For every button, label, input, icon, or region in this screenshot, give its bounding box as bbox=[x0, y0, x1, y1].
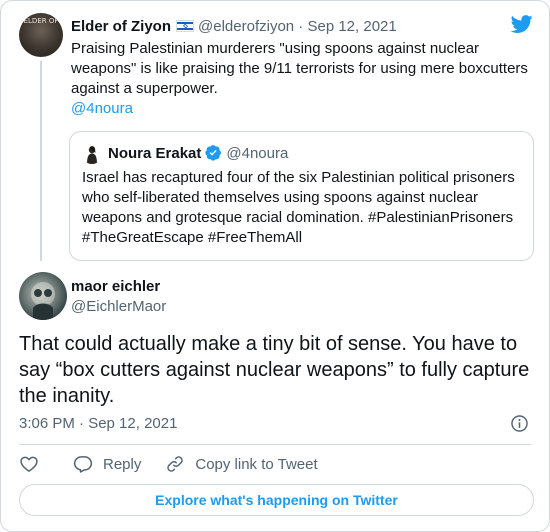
avatar-image bbox=[31, 282, 55, 320]
explore-button[interactable]: Explore what's happening on Twitter bbox=[19, 484, 534, 516]
copy-link-label: Copy link to Tweet bbox=[195, 455, 318, 473]
quoted-tweet-text: Israel has recaptured four of the six Pa… bbox=[82, 169, 515, 246]
twitter-bird-icon[interactable] bbox=[509, 13, 535, 35]
heart-icon bbox=[20, 456, 38, 472]
parent-tweet-text: Praising Palestinian murderers "using sp… bbox=[71, 40, 528, 97]
avatar-text: ELDER OF bbox=[23, 17, 59, 25]
author-name: Noura Erakat bbox=[108, 145, 202, 162]
israel-flag-icon bbox=[176, 20, 195, 32]
reply-button[interactable]: Reply bbox=[73, 454, 141, 474]
tweet-date[interactable]: Sep 12, 2021 bbox=[307, 18, 396, 35]
separator: · bbox=[298, 18, 304, 35]
author-handle[interactable]: @elderofziyon bbox=[198, 18, 294, 35]
copy-link-button[interactable]: Copy link to Tweet bbox=[165, 454, 318, 474]
verified-badge-icon bbox=[205, 145, 222, 161]
parent-tweet-header: Elder of Ziyon @elderofziyon · Sep 12, 20… bbox=[71, 17, 397, 37]
author-name[interactable]: Elder of Ziyon bbox=[71, 18, 171, 35]
tweet-actions: Reply Copy link to Tweet bbox=[19, 453, 342, 475]
embedded-tweet-card: ELDER OF Elder of Ziyon @elderofziyon · S… bbox=[0, 0, 550, 532]
reply-icon bbox=[73, 456, 93, 473]
author-handle: @4noura bbox=[226, 145, 289, 162]
mention-link[interactable]: @4noura bbox=[71, 99, 133, 119]
avatar[interactable] bbox=[19, 272, 67, 320]
thread-line bbox=[40, 61, 42, 261]
author-name[interactable]: maor eichler bbox=[71, 277, 160, 297]
person-silhouette-icon bbox=[87, 146, 97, 164]
quoted-tweet-header: Noura Erakat @4noura bbox=[108, 144, 288, 164]
reply-label: Reply bbox=[103, 455, 142, 473]
tweet-text: That could actually make a tiny bit of s… bbox=[19, 333, 530, 407]
quoted-tweet[interactable]: Noura Erakat @4noura Israel has recapture… bbox=[69, 131, 534, 261]
author-handle[interactable]: @EichlerMaor bbox=[71, 297, 166, 317]
avatar[interactable]: ELDER OF bbox=[19, 13, 63, 57]
link-icon bbox=[167, 456, 184, 472]
info-icon[interactable] bbox=[510, 414, 529, 433]
avatar bbox=[82, 144, 102, 164]
like-button[interactable] bbox=[19, 454, 49, 474]
divider bbox=[19, 444, 531, 445]
tweet-timestamp[interactable]: 3:06 PM · Sep 12, 2021 bbox=[19, 414, 177, 434]
